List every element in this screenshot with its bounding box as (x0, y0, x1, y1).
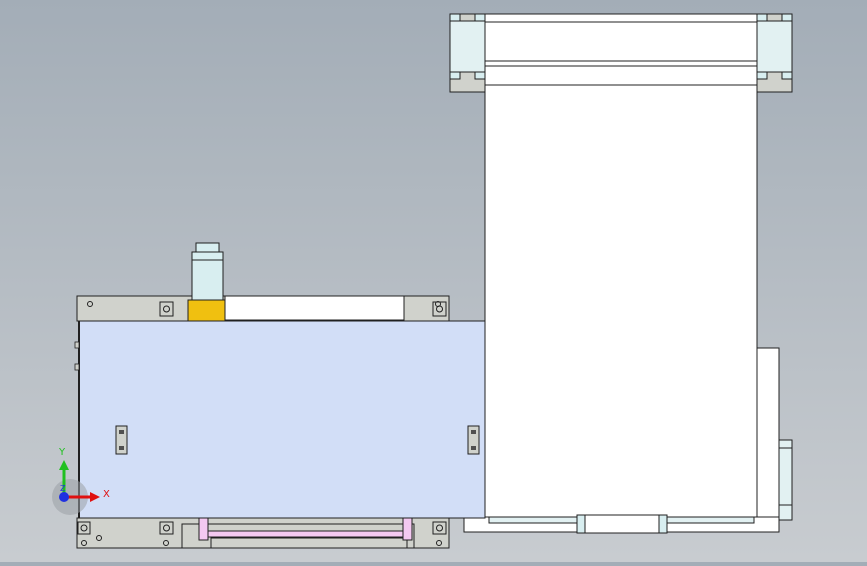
motor-body (191, 251, 224, 301)
vertical-column-body (484, 84, 758, 518)
cad-viewport[interactable]: Y X Z (0, 0, 867, 562)
bottom-rail-slider (576, 514, 668, 534)
top-housing (484, 13, 758, 86)
horizontal-axis-module[interactable] (74, 242, 486, 549)
top-white-cover (224, 295, 405, 321)
side-motor-flange (778, 439, 793, 521)
cad-model-view[interactable]: Y X Z (0, 0, 867, 562)
z-axis-label: Z (60, 484, 66, 493)
side-motor-housing (756, 347, 780, 525)
x-axis-label: X (103, 489, 110, 500)
guide-rod (200, 530, 412, 538)
carriage-plate (78, 320, 486, 519)
vertical-axis-module[interactable] (449, 13, 793, 534)
motor-coupling (187, 299, 226, 322)
y-axis-label: Y (58, 447, 66, 458)
z-axis-dot (59, 492, 69, 502)
motor-cap (195, 242, 220, 253)
top-right-teal-block (756, 20, 793, 73)
top-left-teal-block (449, 20, 486, 73)
